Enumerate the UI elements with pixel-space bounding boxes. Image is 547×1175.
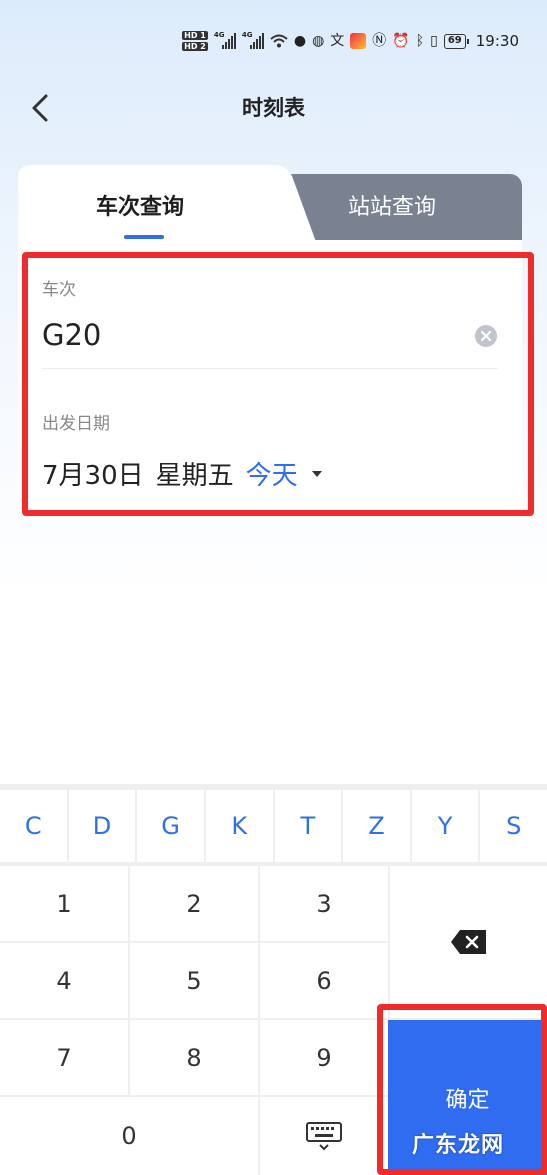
hide-keyboard-button[interactable]: [260, 1097, 388, 1175]
key-g[interactable]: G: [137, 790, 204, 862]
alarm-icon: ⏰: [392, 33, 410, 49]
hd2-badge: HD 2: [182, 42, 208, 51]
hd-indicator: HD 1 HD 2: [182, 30, 208, 52]
status-bar: HD 1 HD 2 4G 4G ● ◍ ⽂ Ⓝ ⏰ ᛒ ▯ 69 19:30: [0, 0, 547, 80]
message-icon: ●: [293, 33, 307, 49]
watermark-text: 广东龙网: [412, 1132, 505, 1158]
number-pad: 1 2 3 4 5 6 7 8 9 0: [0, 866, 388, 1175]
status-icons: HD 1 HD 2 4G 4G ● ◍ ⽂ Ⓝ ⏰ ᛒ ▯ 69 19:30: [182, 28, 519, 54]
active-tab-indicator: [124, 235, 164, 239]
nav-bar: 时刻表: [0, 78, 547, 138]
wechat-icon: ◍: [312, 33, 325, 49]
key-0[interactable]: 0: [0, 1097, 258, 1175]
key-t[interactable]: T: [274, 790, 342, 862]
backspace-icon: [450, 930, 486, 954]
hd1-badge: HD 1: [182, 31, 208, 40]
key-8[interactable]: 8: [130, 1020, 258, 1095]
bluetooth-icon: ᛒ: [415, 33, 425, 49]
key-d[interactable]: D: [68, 790, 136, 862]
key-c[interactable]: C: [0, 790, 67, 862]
tab-station-query-label: 站站查询: [348, 195, 437, 220]
key-y[interactable]: Y: [411, 790, 479, 862]
keyboard-icon: [306, 1122, 342, 1151]
letter-key-row: C D G K T Z Y S: [0, 790, 547, 862]
signal-icon-1: 4G: [213, 31, 236, 49]
train-keyboard: C D G K T Z Y S 1 2 3 4 5 6 7 8 9 0 确定: [0, 784, 547, 1175]
key-1[interactable]: 1: [0, 866, 128, 941]
wifi-icon: [270, 34, 288, 48]
network-type-1: 4G: [213, 31, 225, 39]
network-type-2: 4G: [241, 31, 253, 39]
key-4[interactable]: 4: [0, 943, 128, 1018]
key-7[interactable]: 7: [0, 1020, 128, 1095]
signal-icon-2: 4G: [241, 31, 264, 49]
page-title: 时刻表: [242, 96, 305, 120]
key-9[interactable]: 9: [260, 1020, 388, 1095]
tab-train-query-label: 车次查询: [96, 195, 185, 220]
vibrate-icon: ▯: [430, 33, 438, 49]
key-2[interactable]: 2: [130, 866, 258, 941]
key-6[interactable]: 6: [260, 943, 388, 1018]
back-button[interactable]: [22, 88, 62, 128]
key-z[interactable]: Z: [343, 790, 410, 862]
game-app-icon: [350, 33, 367, 49]
translate-icon: ⽂: [330, 33, 345, 49]
key-k[interactable]: K: [205, 790, 273, 862]
chevron-left-icon: [32, 94, 48, 122]
key-5[interactable]: 5: [130, 943, 258, 1018]
form-highlight-annotation: [22, 252, 534, 516]
nfc-icon: Ⓝ: [372, 33, 387, 49]
backspace-button[interactable]: [390, 866, 547, 1018]
key-s[interactable]: S: [480, 790, 547, 862]
query-tabs: 车次查询 站站查询: [18, 165, 522, 241]
status-time: 19:30: [475, 32, 519, 50]
battery-icon: 69: [443, 33, 469, 49]
key-3[interactable]: 3: [260, 866, 388, 941]
